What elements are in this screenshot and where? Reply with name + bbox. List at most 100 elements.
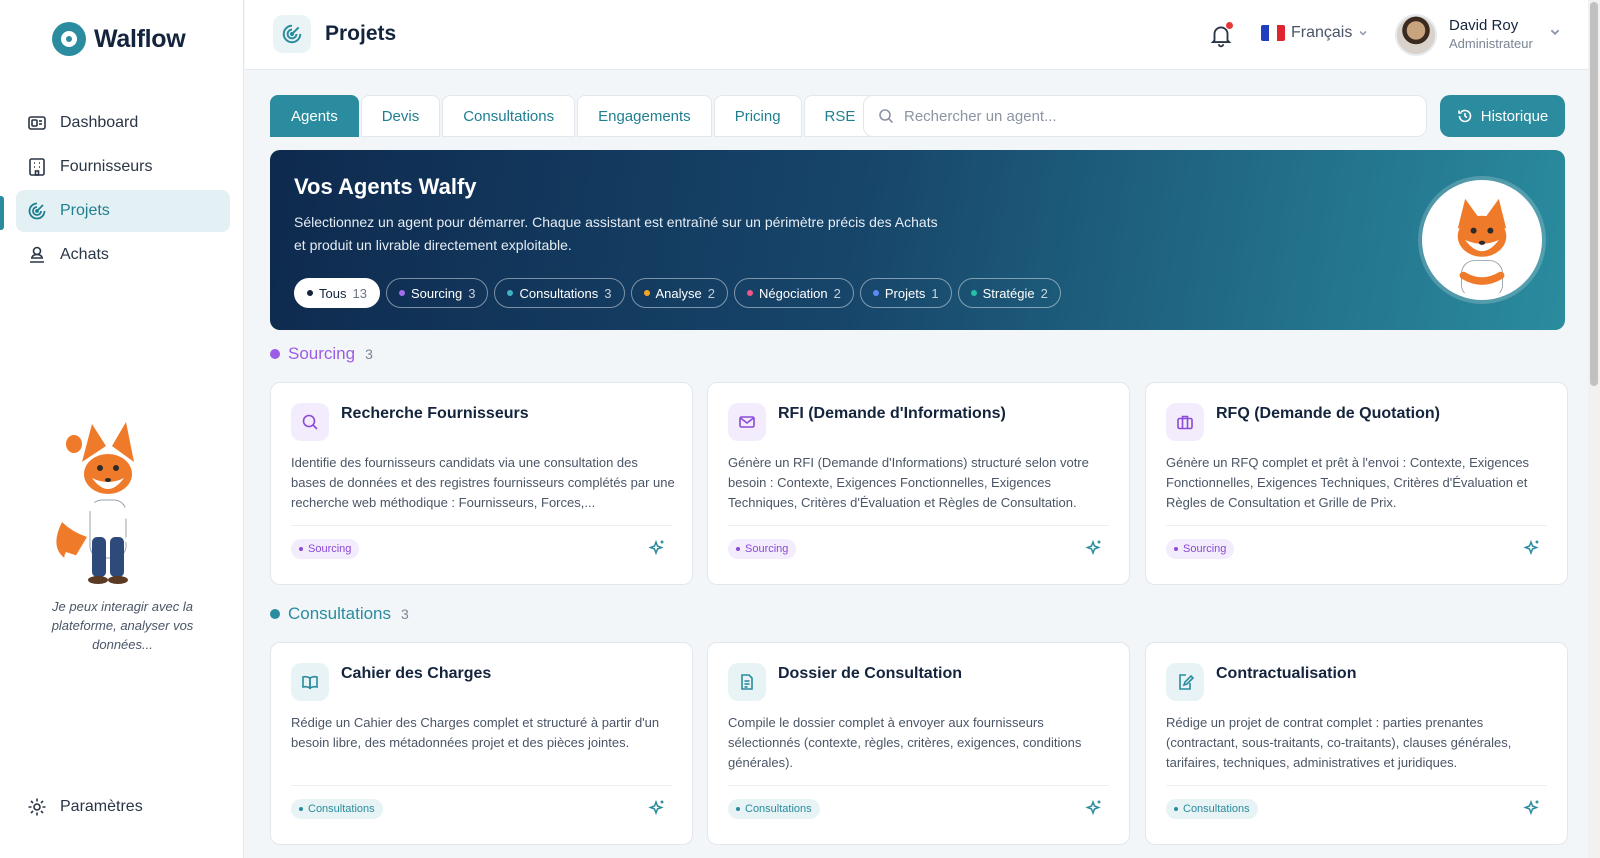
tab-agents[interactable]: Agents: [270, 95, 359, 137]
gear-icon: [26, 796, 48, 818]
sidebar-item-projets[interactable]: Projets: [16, 190, 230, 232]
filter-pill-tous[interactable]: Tous 13: [294, 278, 380, 308]
tab-engagements[interactable]: Engagements: [577, 95, 712, 137]
filter-pill-sourcing[interactable]: Sourcing 3: [385, 278, 489, 308]
language-label: Français: [1291, 24, 1353, 41]
category-tag: Sourcing: [1166, 539, 1235, 559]
project-tabs: Agents Devis Consultations Engagements P…: [270, 95, 877, 137]
search-input[interactable]: [904, 107, 1404, 125]
agent-card[interactable]: Dossier de Consultation Compile le dossie…: [707, 642, 1130, 845]
avatar[interactable]: [1395, 14, 1437, 56]
sidebar-item-label: Dashboard: [60, 114, 139, 131]
sparkle-icon[interactable]: [648, 799, 666, 817]
user-role: Administrateur: [1449, 36, 1533, 51]
card-title: Cahier des Charges: [341, 665, 492, 682]
agent-card[interactable]: RFQ (Demande de Quotation) Génère un RFQ …: [1145, 382, 1568, 585]
filter-pill-strategie[interactable]: Stratégie 2: [957, 278, 1061, 308]
dashboard-icon: [26, 112, 48, 134]
section-title: Sourcing: [288, 344, 356, 363]
sparkle-icon[interactable]: [1523, 799, 1541, 817]
briefcase-icon: [1166, 403, 1204, 441]
filter-label: Projets: [884, 285, 926, 301]
filter-pill-negociation[interactable]: Négociation 2: [733, 278, 854, 308]
agent-card[interactable]: Recherche Fournisseurs Identifie des four…: [270, 382, 693, 585]
sidebar-item-parametres[interactable]: Paramètres: [26, 796, 143, 818]
card-title: Dossier de Consultation: [778, 665, 963, 682]
page-scrollbar[interactable]: [1588, 0, 1600, 858]
category-tag: Sourcing: [291, 539, 360, 559]
history-icon: [1457, 109, 1472, 123]
category-tag: Consultations: [1166, 799, 1258, 819]
sidebar-item-achats[interactable]: Achats: [16, 234, 230, 276]
section-dot: [270, 609, 280, 619]
filter-label: Sourcing: [410, 285, 463, 301]
fox-mascot-avatar: [1422, 180, 1542, 300]
tab-consultations[interactable]: Consultations: [442, 95, 576, 137]
section-title: Consultations: [288, 604, 392, 623]
filter-label: Tous: [319, 285, 347, 301]
sidebar: Walflow Dashboard Fournisseurs Projets A…: [0, 0, 244, 858]
filter-count: 2: [833, 285, 841, 301]
category-dot: [746, 290, 753, 296]
chevron-down-icon[interactable]: [1549, 26, 1561, 38]
user-stack-icon: [26, 244, 48, 266]
card-title: Contractualisation: [1216, 665, 1357, 682]
filter-pill-projets[interactable]: Projets 1: [859, 278, 952, 308]
agent-card[interactable]: Contractualisation Rédige un projet de co…: [1145, 642, 1568, 845]
card-divider: [1166, 525, 1547, 526]
french-flag-icon: [1261, 25, 1285, 41]
sidebar-item-label: Achats: [60, 246, 109, 263]
category-dot: [398, 290, 405, 296]
filter-pill-analyse[interactable]: Analyse 2: [630, 278, 728, 308]
history-label: Historique: [1480, 107, 1549, 125]
sidebar-nav: Dashboard Fournisseurs Projets Achats: [16, 102, 230, 278]
tab-pricing[interactable]: Pricing: [713, 95, 802, 137]
agent-card[interactable]: Cahier des Charges Rédige un Cahier des C…: [270, 642, 693, 845]
card-title: RFI (Demande d'Informations): [778, 405, 1006, 422]
sparkle-icon[interactable]: [1523, 539, 1541, 557]
search-icon: [879, 109, 894, 124]
category-tag: Consultations: [291, 799, 383, 819]
agent-card[interactable]: RFI (Demande d'Informations) Génère un RF…: [707, 382, 1130, 585]
section-count: 3: [365, 346, 373, 362]
filter-pill-consultations[interactable]: Consultations 3: [494, 278, 625, 308]
section-dot: [270, 349, 280, 359]
filter-label: Consultations: [519, 285, 599, 301]
section-count: 3: [401, 606, 409, 622]
target-icon: [273, 15, 311, 53]
sidebar-item-label: Projets: [60, 202, 110, 219]
app-logo[interactable]: Walflow: [52, 22, 186, 56]
card-description: Génère un RFQ complet et prêt à l'envoi …: [1166, 455, 1530, 510]
filter-count: 3: [604, 285, 612, 301]
filter-count: 13: [352, 285, 367, 301]
sparkle-icon[interactable]: [1085, 539, 1103, 557]
page-title: Projets: [325, 22, 397, 45]
notification-badge: [1226, 22, 1233, 29]
sparkle-icon[interactable]: [1085, 799, 1103, 817]
scrollbar-thumb[interactable]: [1590, 2, 1598, 386]
sidebar-item-dashboard[interactable]: Dashboard: [16, 102, 230, 144]
card-description: Rédige un projet de contrat complet : pa…: [1166, 715, 1512, 770]
top-header: Projets Français David Roy Administrateu…: [245, 0, 1600, 70]
filter-label: Analyse: [655, 285, 702, 301]
user-name[interactable]: David Roy: [1449, 17, 1518, 34]
card-divider: [291, 525, 672, 526]
sparkle-icon[interactable]: [648, 539, 666, 557]
card-description: Identifie des fournisseurs candidats via…: [291, 455, 675, 510]
agent-search: [863, 95, 1427, 137]
chevron-down-icon: [1359, 30, 1367, 36]
card-divider: [728, 525, 1109, 526]
category-dot: [643, 290, 650, 296]
tab-devis[interactable]: Devis: [360, 95, 441, 137]
section-header-consultations: Consultations 3: [270, 604, 409, 624]
history-button[interactable]: Historique: [1440, 95, 1565, 137]
category-tag: Consultations: [728, 799, 820, 819]
sidebar-item-fournisseurs[interactable]: Fournisseurs: [16, 146, 230, 188]
language-selector[interactable]: Français: [1261, 24, 1368, 42]
filter-count: 1: [931, 285, 939, 301]
agents-hero-banner: Vos Agents Walfy Sélectionnez un agent p…: [270, 150, 1565, 330]
card-divider: [728, 785, 1109, 786]
card-description: Génère un RFI (Demande d'Informations) s…: [728, 455, 1089, 510]
sidebar-item-label: Fournisseurs: [60, 158, 153, 175]
card-description: Rédige un Cahier des Charges complet et …: [291, 715, 660, 750]
